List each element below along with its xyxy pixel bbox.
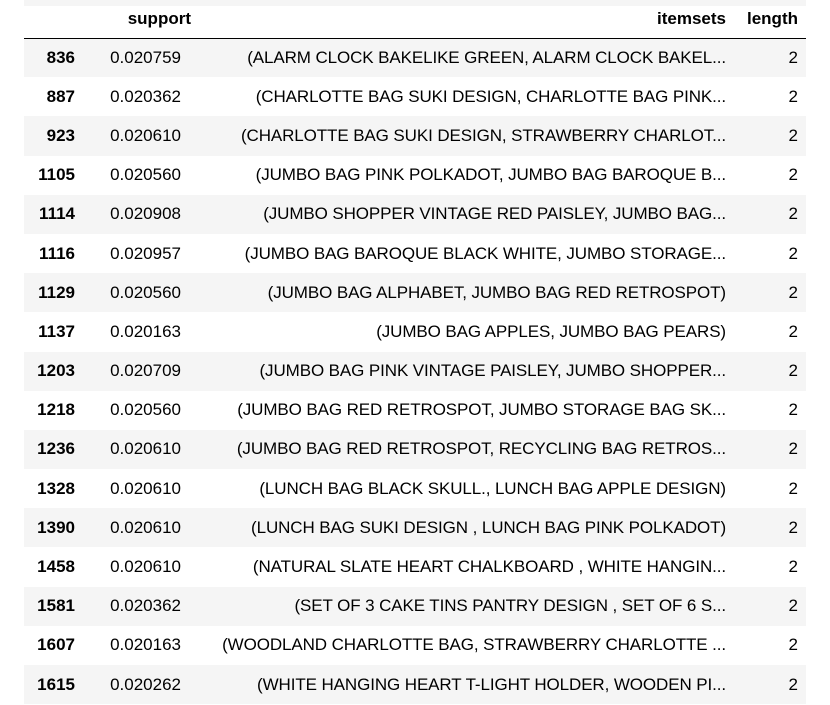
length-cell: 2 [788,635,798,655]
row-index: 1328 [37,478,75,498]
support-cell: 0.020957 [110,243,181,263]
support-header: support [79,0,199,39]
table-body: 836 0.020759 (ALARM CLOCK BAKELIKE GREEN, … [24,38,806,705]
support-cell: 0.020610 [110,557,181,577]
length-cell: 2 [788,478,798,498]
length-cell: 2 [788,557,798,577]
table-row: 1129 0.020560 (JUMBO BAG ALPHABET, JUMBO B… [24,273,806,313]
row-index: 1607 [37,635,75,655]
itemsets-cell: (NATURAL SLATE HEART CHALKBOARD , WHITE … [252,557,726,577]
table-row: 1458 0.020610 (NATURAL SLATE HEART CHALKBO… [24,547,806,587]
row-index: 1390 [37,517,75,537]
support-cell: 0.020610 [110,125,181,145]
itemsets-cell: (ALARM CLOCK BAKELIKE GREEN, ALARM CLOCK… [247,47,726,67]
table-row: 1328 0.020610 (LUNCH BAG BLACK SKULL., LUN… [24,469,806,509]
itemsets-cell: (LUNCH BAG SUKI DESIGN , LUNCH BAG PINK … [251,517,726,537]
row-index: 1236 [37,439,75,459]
row-index: 1114 [39,204,75,224]
table-row: 836 0.020759 (ALARM CLOCK BAKELIKE GREEN, … [24,38,806,78]
row-index: 1581 [37,596,75,616]
itemsets-cell: (SET OF 3 CAKE TINS PANTRY DESIGN , SET … [294,596,726,616]
dataframe-table: support itemsets length 836 0.020759 (ALAR… [24,0,806,705]
itemsets-cell: (JUMBO BAG APPLES, JUMBO BAG PEARS) [376,321,726,341]
length-cell: 2 [788,439,798,459]
row-index: 836 [46,47,75,67]
itemsets-cell: (CHARLOTTE BAG SUKI DESIGN, CHARLOTTE BA… [255,86,726,106]
length-cell: 2 [788,243,798,263]
table-row: 1390 0.020610 (LUNCH BAG SUKI DESIGN , LUN… [24,508,806,548]
table-row: 1607 0.020163 (WOODLAND CHARLOTTE BAG, STR… [24,625,806,665]
table-row: 1105 0.020560 (JUMBO BAG PINK POLKADOT, JU… [24,155,806,195]
row-index: 1615 [37,674,75,694]
length-cell: 2 [788,47,798,67]
support-cell: 0.020759 [110,47,181,67]
itemsets-cell: (JUMBO BAG ALPHABET, JUMBO BAG RED RETRO… [267,282,726,302]
support-cell: 0.020262 [110,674,181,694]
length-cell: 2 [788,674,798,694]
length-cell: 2 [788,165,798,185]
row-index: 887 [46,86,75,106]
support-cell: 0.020610 [110,517,181,537]
itemsets-cell: (JUMBO BAG RED RETROSPOT, RECYCLING BAG … [236,439,726,459]
length-cell: 2 [788,86,798,106]
header-row: support itemsets length [24,0,806,39]
support-cell: 0.020560 [110,400,181,420]
table-row: 887 0.020362 (CHARLOTTE BAG SUKI DESIGN, C… [24,77,806,117]
itemsets-cell: (JUMBO BAG RED RETROSPOT, JUMBO STORAGE … [237,400,726,420]
row-index: 1116 [39,243,75,263]
itemsets-header: itemsets [199,0,734,39]
length-cell: 2 [788,596,798,616]
row-index: 1105 [38,165,75,185]
support-cell: 0.020709 [110,361,181,381]
table-row: 1137 0.020163 (JUMBO BAG APPLES, JUMBO BAG… [24,312,806,352]
length-cell: 2 [788,125,798,145]
itemsets-cell: (JUMBO SHOPPER VINTAGE RED PAISLEY, JUMB… [263,204,726,224]
row-index: 1218 [37,400,75,420]
table-row: 1218 0.020560 (JUMBO BAG RED RETROSPOT, JU… [24,390,806,430]
row-index: 1137 [38,321,75,341]
support-cell: 0.020362 [110,86,181,106]
length-cell: 2 [788,282,798,302]
support-cell: 0.020560 [110,165,181,185]
index-header [24,0,79,39]
table-header: support itemsets length [24,0,806,39]
row-index: 1129 [38,282,75,302]
length-header: length [734,0,806,39]
table-row: 1236 0.020610 (JUMBO BAG RED RETROSPOT, RE… [24,429,806,470]
row-index: 1203 [37,361,75,381]
support-cell: 0.020908 [110,204,181,224]
table-row: 923 0.020610 (CHARLOTTE BAG SUKI DESIGN, S… [24,116,806,156]
support-cell: 0.020610 [110,439,181,459]
row-index: 923 [46,125,75,145]
support-cell: 0.020362 [110,596,181,616]
length-cell: 2 [788,204,798,224]
table-row: 1203 0.020709 (JUMBO BAG PINK VINTAGE PAIS… [24,351,806,391]
row-index: 1458 [37,557,75,577]
length-cell: 2 [788,400,798,420]
support-cell: 0.020610 [110,478,181,498]
support-cell: 0.020163 [110,635,181,655]
support-cell: 0.020560 [110,282,181,302]
support-cell: 0.020163 [110,321,181,341]
itemsets-cell: (LUNCH BAG BLACK SKULL., LUNCH BAG APPLE… [259,478,726,498]
itemsets-cell: (JUMBO BAG PINK VINTAGE PAISLEY, JUMBO S… [259,361,727,381]
table-row: 1114 0.020908 (JUMBO SHOPPER VINTAGE RED P… [24,194,806,234]
itemsets-cell: (WHITE HANGING HEART T-LIGHT HOLDER, WOO… [257,674,726,694]
itemsets-cell: (CHARLOTTE BAG SUKI DESIGN, STRAWBERRY C… [240,125,726,145]
itemsets-cell: (JUMBO BAG BAROQUE BLACK WHITE, JUMBO ST… [244,243,726,263]
table-row: 1116 0.020957 (JUMBO BAG BAROQUE BLACK WHI… [24,233,806,274]
itemsets-cell: (WOODLAND CHARLOTTE BAG, STRAWBERRY CHAR… [222,635,726,655]
table-row: 1581 0.020362 (SET OF 3 CAKE TINS PANTRY D… [24,586,806,626]
length-cell: 2 [788,517,798,537]
table-row: 1615 0.020262 (WHITE HANGING HEART T-LIGHT… [24,665,806,705]
itemsets-cell: (JUMBO BAG PINK POLKADOT, JUMBO BAG BARO… [255,165,726,185]
length-cell: 2 [788,321,798,341]
length-cell: 2 [788,361,798,381]
